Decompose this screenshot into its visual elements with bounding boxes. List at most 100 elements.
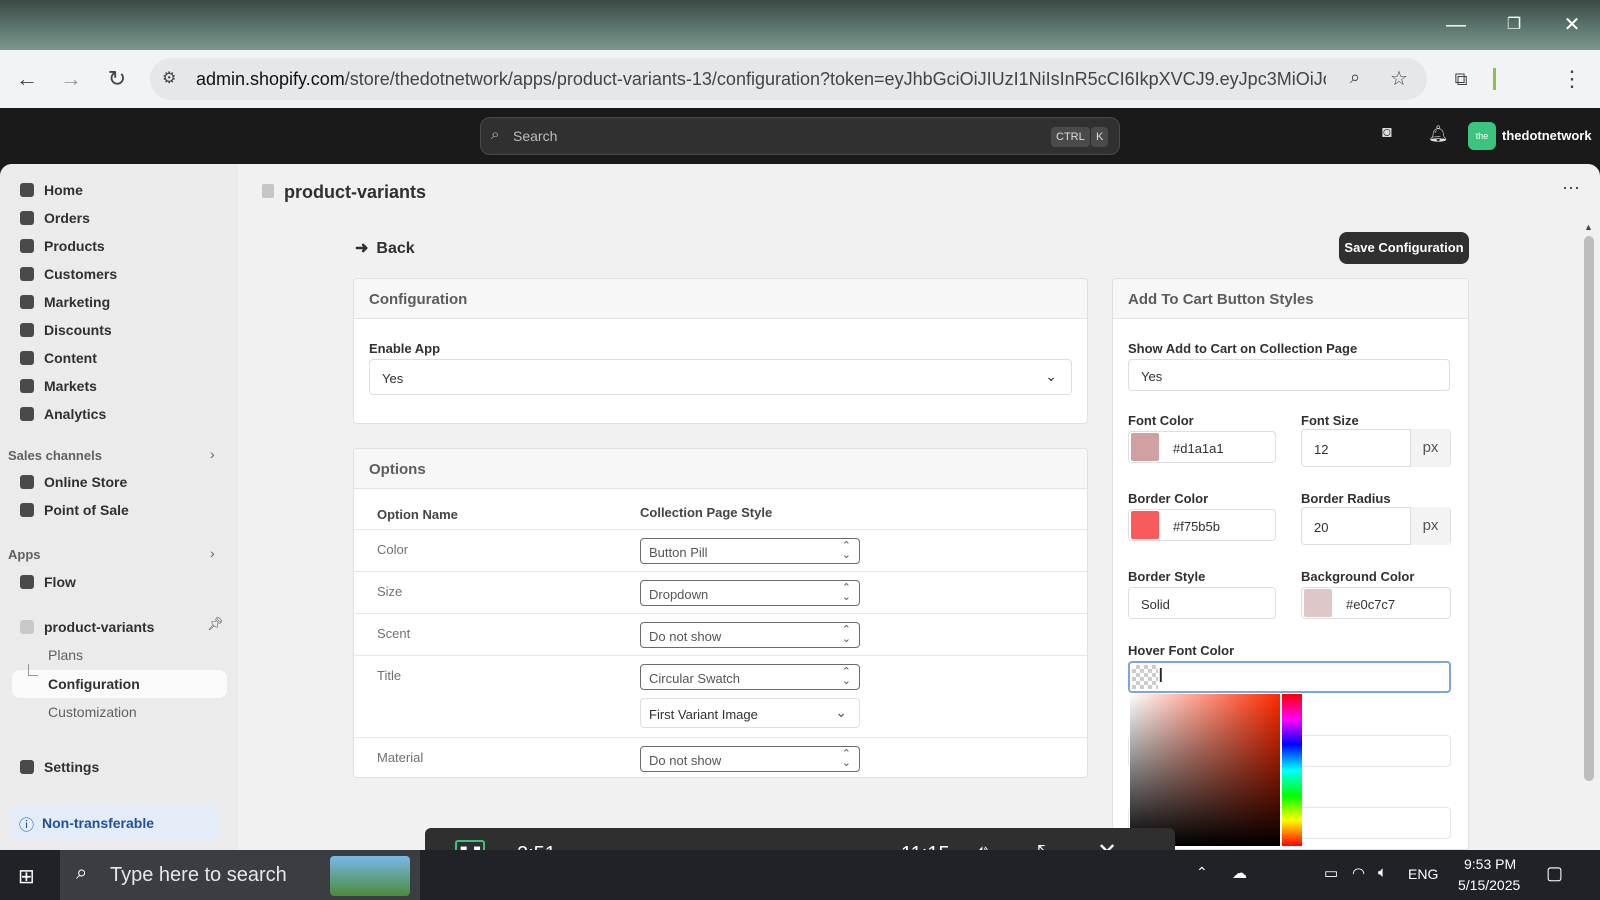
enable-app-select[interactable]: Yes ⌄ [369,359,1072,395]
minimize-button[interactable]: — [1436,8,1476,42]
close-window-button[interactable]: ✕ [1552,8,1592,42]
updown-icon: ⌃ ⌄ [841,540,851,561]
address-bar[interactable]: ⚙ admin.shopify.com/store/thedotnetwork/… [150,58,1427,100]
taskbar-search-input[interactable]: ⌕ Type here to search [60,850,420,900]
speaker-icon[interactable]: 🔈︎ [1378,864,1387,881]
home-icon [20,183,34,197]
save-configuration-button[interactable]: Save Configuration [1339,232,1469,264]
show-on-collection-select[interactable]: Yes [1128,359,1450,391]
apps-heading[interactable]: Apps [8,547,41,562]
scrollbar[interactable]: ▲ [1584,222,1594,786]
sidebar-item-product-variants[interactable]: product-variants [20,614,154,640]
bookmark-star-icon[interactable]: ☆ [1390,66,1408,91]
onedrive-icon[interactable]: ☁ [1232,864,1247,882]
pos-icon [20,503,34,517]
sidebar-item-markets[interactable]: Markets [20,373,97,399]
menu-dots-icon[interactable]: ⋮ [1557,64,1587,94]
language-indicator[interactable]: ENG [1408,866,1438,882]
site-info-icon[interactable]: ⚙ [162,68,176,88]
color-value: #f75b5b [1173,519,1220,534]
sidebar-item-products[interactable]: Products [20,233,105,259]
font-size-input[interactable]: 12 px [1301,429,1451,467]
bell-icon[interactable]: 🔔︎ [1428,124,1448,144]
app-icon [20,620,34,634]
windows-start-icon[interactable]: ⊞ [18,864,35,889]
border-radius-label: Border Radius [1301,491,1391,506]
gear-icon [20,760,34,774]
font-color-label: Font Color [1128,413,1194,428]
wifi-icon[interactable]: ◠ [1352,864,1365,882]
sidebar-item-discounts[interactable]: Discounts [20,317,112,343]
forward-arrow-icon[interactable]: → [56,64,86,94]
clock-date[interactable]: 5/15/2025 [1458,877,1520,893]
transparent-swatch[interactable] [1132,665,1158,689]
app-icon [262,184,274,198]
url-host: admin.shopify.com [196,69,345,89]
hue-slider[interactable] [1282,694,1302,846]
style-select[interactable]: Button Pill ⌃ ⌄ [640,538,860,564]
sidebar-item-configuration[interactable]: Configuration [12,670,227,698]
scrollbar-thumb[interactable] [1584,236,1594,781]
restore-button[interactable]: ❐ [1494,8,1534,42]
sidebar-item-marketing[interactable]: Marketing [20,289,110,315]
pin-icon[interactable]: 📌︎ [207,616,224,632]
search-input[interactable]: ⌕ Search CTRL K [480,117,1120,155]
sidebar-item-online-store[interactable]: Online Store [20,469,127,495]
content-icon [20,351,34,365]
enable-app-label: Enable App [369,341,441,356]
sidebar-item-plans[interactable]: Plans [48,647,83,663]
zoom-icon[interactable]: ⌕ [1350,67,1360,88]
sidebar-item-home[interactable]: Home [20,177,83,203]
font-color-swatch[interactable] [1131,433,1159,461]
style-select[interactable]: Dropdown ⌃ ⌄ [640,580,860,606]
updown-icon: ⌃ ⌄ [841,582,851,603]
border-style-label: Border Style [1128,569,1206,584]
sales-channels-heading[interactable]: Sales channels [8,448,102,463]
reload-icon[interactable]: ↻ [102,64,132,94]
chevron-right-icon[interactable]: › [210,545,215,561]
style-select[interactable]: Circular Swatch ⌃ ⌄ [640,664,860,690]
sidebar-item-label: Marketing [44,294,111,310]
border-style-select[interactable]: Solid [1128,587,1276,619]
sidebar-item-analytics[interactable]: Analytics [20,401,106,427]
back-arrow-icon[interactable]: ← [12,64,42,94]
style-select[interactable]: Do not show ⌃ ⌄ [640,622,860,648]
color-picker[interactable] [1130,694,1302,846]
store-name: thedotnetwork [1502,128,1592,143]
sidebar-item-flow[interactable]: Flow [20,569,76,595]
sidebar-item-content[interactable]: Content [20,345,97,371]
border-color-swatch[interactable] [1131,511,1159,539]
input-value: 12 [1314,442,1329,457]
sidebar-item-customization[interactable]: Customization [48,704,137,720]
bg-color-swatch[interactable] [1304,589,1332,617]
sidebar-item-settings[interactable]: Settings [20,754,99,780]
swatch-image-select[interactable]: First Variant Image ⌄ [640,698,860,728]
sidebar-item-orders[interactable]: Orders [20,205,90,231]
non-transferable-badge[interactable]: ⓘ Non-transferable [10,806,220,840]
non-transferable-label: Non-transferable [42,815,155,831]
back-button[interactable]: ➜ Back [355,238,415,258]
battery-icon[interactable]: ▭ [1324,864,1338,882]
hover-font-color-label: Hover Font Color [1128,643,1235,658]
bg-color-field[interactable]: #e0c7c7 [1301,587,1451,619]
select-value: Yes [1141,369,1163,384]
sidebar-item-customers[interactable]: Customers [20,261,117,287]
clock-time[interactable]: 9:53 PM [1464,856,1516,872]
main-area: Home Orders Products Customers Marketing… [0,164,1600,850]
notification-icon[interactable]: ▢ [1546,863,1563,884]
tray-chevron-icon[interactable]: ⌃ [1196,864,1208,881]
scroll-up-icon[interactable]: ▲ [1584,222,1593,232]
border-color-field[interactable]: #f75b5b [1128,509,1276,541]
window-titlebar: — ❐ ✕ [0,0,1600,50]
chevron-right-icon[interactable]: › [210,446,215,462]
font-color-field[interactable]: #d1a1a1 [1128,431,1276,463]
column-header-collection-style: Collection Page Style [640,505,773,520]
sidebar-item-point-of-sale[interactable]: Point of Sale [20,497,129,523]
sidekick-icon[interactable]: ◙ [1382,124,1392,142]
style-select[interactable]: Do not show ⌃ ⌄ [640,746,860,772]
saturation-area[interactable] [1130,694,1280,846]
hover-font-color-input[interactable]: I [1128,661,1451,693]
more-actions-icon[interactable]: ⋯ [1562,178,1580,199]
border-radius-input[interactable]: 20 px [1301,507,1451,545]
extensions-icon[interactable]: ⧉ [1446,64,1476,94]
